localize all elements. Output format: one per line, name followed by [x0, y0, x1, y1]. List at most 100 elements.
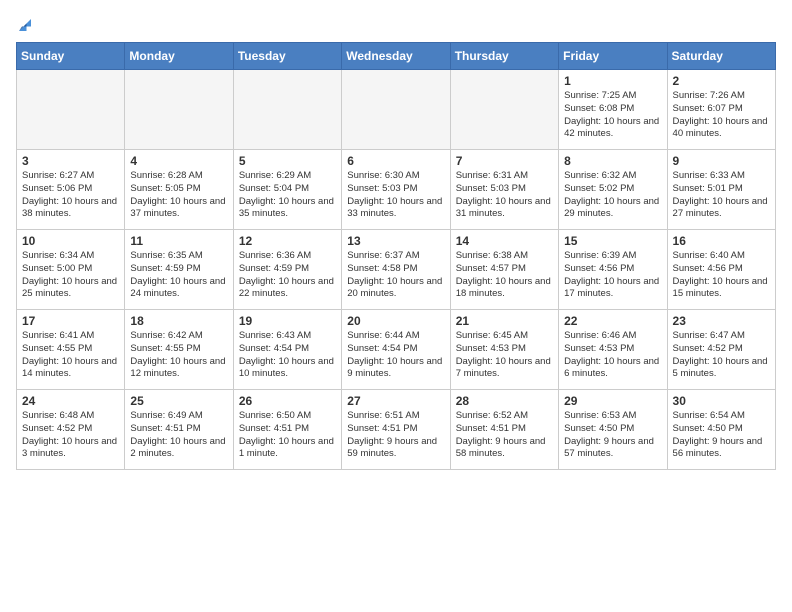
calendar-cell: [125, 70, 233, 150]
calendar-cell: 12 Sunrise: 6:36 AM Sunset: 4:59 PM Dayli…: [233, 230, 341, 310]
day-info: Sunrise: 6:44 AM Sunset: 4:54 PM Dayligh…: [347, 330, 444, 381]
calendar-cell: 4 Sunrise: 6:28 AM Sunset: 5:05 PM Daylig…: [125, 150, 233, 230]
day-number: 25: [130, 394, 227, 408]
day-number: 5: [239, 154, 336, 168]
day-info: Sunrise: 6:53 AM Sunset: 4:50 PM Dayligh…: [564, 410, 661, 461]
calendar-cell: 13 Sunrise: 6:37 AM Sunset: 4:58 PM Dayli…: [342, 230, 450, 310]
day-number: 16: [673, 234, 770, 248]
calendar-cell: [450, 70, 558, 150]
calendar-cell: 22 Sunrise: 6:46 AM Sunset: 4:53 PM Dayli…: [559, 310, 667, 390]
day-number: 19: [239, 314, 336, 328]
day-info: Sunrise: 6:33 AM Sunset: 5:01 PM Dayligh…: [673, 170, 770, 221]
day-info: Sunrise: 6:29 AM Sunset: 5:04 PM Dayligh…: [239, 170, 336, 221]
day-info: Sunrise: 6:42 AM Sunset: 4:55 PM Dayligh…: [130, 330, 227, 381]
calendar-week-2: 3 Sunrise: 6:27 AM Sunset: 5:06 PM Daylig…: [17, 150, 776, 230]
calendar-cell: 29 Sunrise: 6:53 AM Sunset: 4:50 PM Dayli…: [559, 390, 667, 470]
day-info: Sunrise: 6:47 AM Sunset: 4:52 PM Dayligh…: [673, 330, 770, 381]
calendar-cell: [17, 70, 125, 150]
day-number: 22: [564, 314, 661, 328]
day-info: Sunrise: 6:31 AM Sunset: 5:03 PM Dayligh…: [456, 170, 553, 221]
day-number: 29: [564, 394, 661, 408]
day-number: 15: [564, 234, 661, 248]
day-number: 10: [22, 234, 119, 248]
day-number: 2: [673, 74, 770, 88]
day-info: Sunrise: 6:37 AM Sunset: 4:58 PM Dayligh…: [347, 250, 444, 301]
day-info: Sunrise: 6:30 AM Sunset: 5:03 PM Dayligh…: [347, 170, 444, 221]
calendar-cell: 28 Sunrise: 6:52 AM Sunset: 4:51 PM Dayli…: [450, 390, 558, 470]
day-info: Sunrise: 6:36 AM Sunset: 4:59 PM Dayligh…: [239, 250, 336, 301]
calendar: SundayMondayTuesdayWednesdayThursdayFrid…: [16, 42, 776, 470]
logo-icon: [16, 16, 34, 34]
calendar-cell: 26 Sunrise: 6:50 AM Sunset: 4:51 PM Dayli…: [233, 390, 341, 470]
day-number: 23: [673, 314, 770, 328]
calendar-cell: 3 Sunrise: 6:27 AM Sunset: 5:06 PM Daylig…: [17, 150, 125, 230]
calendar-cell: 27Sunrise: 6:51 AM Sunset: 4:51 PM Dayli…: [342, 390, 450, 470]
calendar-cell: 18 Sunrise: 6:42 AM Sunset: 4:55 PM Dayli…: [125, 310, 233, 390]
calendar-week-5: 24 Sunrise: 6:48 AM Sunset: 4:52 PM Dayli…: [17, 390, 776, 470]
calendar-cell: 11 Sunrise: 6:35 AM Sunset: 4:59 PM Dayli…: [125, 230, 233, 310]
calendar-week-4: 17 Sunrise: 6:41 AM Sunset: 4:55 PM Dayli…: [17, 310, 776, 390]
calendar-cell: 21 Sunrise: 6:45 AM Sunset: 4:53 PM Dayli…: [450, 310, 558, 390]
calendar-header-saturday: Saturday: [667, 43, 775, 70]
day-number: 12: [239, 234, 336, 248]
day-info: Sunrise: 6:38 AM Sunset: 4:57 PM Dayligh…: [456, 250, 553, 301]
day-number: 21: [456, 314, 553, 328]
calendar-cell: [233, 70, 341, 150]
calendar-cell: 16 Sunrise: 6:40 AM Sunset: 4:56 PM Dayli…: [667, 230, 775, 310]
calendar-cell: [342, 70, 450, 150]
calendar-header-tuesday: Tuesday: [233, 43, 341, 70]
calendar-cell: 25Sunrise: 6:49 AM Sunset: 4:51 PM Dayli…: [125, 390, 233, 470]
day-number: 6: [347, 154, 444, 168]
calendar-cell: 20 Sunrise: 6:44 AM Sunset: 4:54 PM Dayli…: [342, 310, 450, 390]
calendar-cell: 17 Sunrise: 6:41 AM Sunset: 4:55 PM Dayli…: [17, 310, 125, 390]
calendar-cell: 8Sunrise: 6:32 AM Sunset: 5:02 PM Daylig…: [559, 150, 667, 230]
day-number: 13: [347, 234, 444, 248]
day-number: 18: [130, 314, 227, 328]
day-number: 4: [130, 154, 227, 168]
header: [16, 16, 776, 34]
day-info: Sunrise: 6:28 AM Sunset: 5:05 PM Dayligh…: [130, 170, 227, 221]
day-info: Sunrise: 6:27 AM Sunset: 5:06 PM Dayligh…: [22, 170, 119, 221]
calendar-cell: 30Sunrise: 6:54 AM Sunset: 4:50 PM Dayli…: [667, 390, 775, 470]
day-number: 26: [239, 394, 336, 408]
calendar-cell: 23 Sunrise: 6:47 AM Sunset: 4:52 PM Dayli…: [667, 310, 775, 390]
day-info: Sunrise: 6:51 AM Sunset: 4:51 PM Dayligh…: [347, 410, 444, 461]
calendar-cell: 15 Sunrise: 6:39 AM Sunset: 4:56 PM Dayli…: [559, 230, 667, 310]
day-info: Sunrise: 6:40 AM Sunset: 4:56 PM Dayligh…: [673, 250, 770, 301]
calendar-header-sunday: Sunday: [17, 43, 125, 70]
calendar-header-friday: Friday: [559, 43, 667, 70]
day-info: Sunrise: 6:35 AM Sunset: 4:59 PM Dayligh…: [130, 250, 227, 301]
day-number: 11: [130, 234, 227, 248]
day-number: 20: [347, 314, 444, 328]
day-info: Sunrise: 7:25 AM Sunset: 6:08 PM Dayligh…: [564, 90, 661, 141]
logo: [16, 16, 38, 34]
calendar-cell: 6 Sunrise: 6:30 AM Sunset: 5:03 PM Daylig…: [342, 150, 450, 230]
calendar-header-monday: Monday: [125, 43, 233, 70]
day-info: Sunrise: 6:45 AM Sunset: 4:53 PM Dayligh…: [456, 330, 553, 381]
day-info: Sunrise: 6:50 AM Sunset: 4:51 PM Dayligh…: [239, 410, 336, 461]
calendar-cell: 10Sunrise: 6:34 AM Sunset: 5:00 PM Dayli…: [17, 230, 125, 310]
calendar-cell: 1Sunrise: 7:25 AM Sunset: 6:08 PM Daylig…: [559, 70, 667, 150]
calendar-cell: 7Sunrise: 6:31 AM Sunset: 5:03 PM Daylig…: [450, 150, 558, 230]
day-info: Sunrise: 6:48 AM Sunset: 4:52 PM Dayligh…: [22, 410, 119, 461]
calendar-cell: 19 Sunrise: 6:43 AM Sunset: 4:54 PM Dayli…: [233, 310, 341, 390]
day-info: Sunrise: 6:41 AM Sunset: 4:55 PM Dayligh…: [22, 330, 119, 381]
day-number: 24: [22, 394, 119, 408]
day-info: Sunrise: 6:32 AM Sunset: 5:02 PM Dayligh…: [564, 170, 661, 221]
calendar-cell: 5 Sunrise: 6:29 AM Sunset: 5:04 PM Daylig…: [233, 150, 341, 230]
day-number: 9: [673, 154, 770, 168]
day-info: Sunrise: 6:46 AM Sunset: 4:53 PM Dayligh…: [564, 330, 661, 381]
day-number: 17: [22, 314, 119, 328]
day-info: Sunrise: 6:39 AM Sunset: 4:56 PM Dayligh…: [564, 250, 661, 301]
day-info: Sunrise: 6:43 AM Sunset: 4:54 PM Dayligh…: [239, 330, 336, 381]
day-number: 3: [22, 154, 119, 168]
calendar-cell: 2Sunrise: 7:26 AM Sunset: 6:07 PM Daylig…: [667, 70, 775, 150]
calendar-week-3: 10Sunrise: 6:34 AM Sunset: 5:00 PM Dayli…: [17, 230, 776, 310]
day-info: Sunrise: 6:52 AM Sunset: 4:51 PM Dayligh…: [456, 410, 553, 461]
calendar-header-thursday: Thursday: [450, 43, 558, 70]
calendar-header-row: SundayMondayTuesdayWednesdayThursdayFrid…: [17, 43, 776, 70]
calendar-header-wednesday: Wednesday: [342, 43, 450, 70]
day-number: 28: [456, 394, 553, 408]
day-number: 14: [456, 234, 553, 248]
calendar-week-1: 1Sunrise: 7:25 AM Sunset: 6:08 PM Daylig…: [17, 70, 776, 150]
